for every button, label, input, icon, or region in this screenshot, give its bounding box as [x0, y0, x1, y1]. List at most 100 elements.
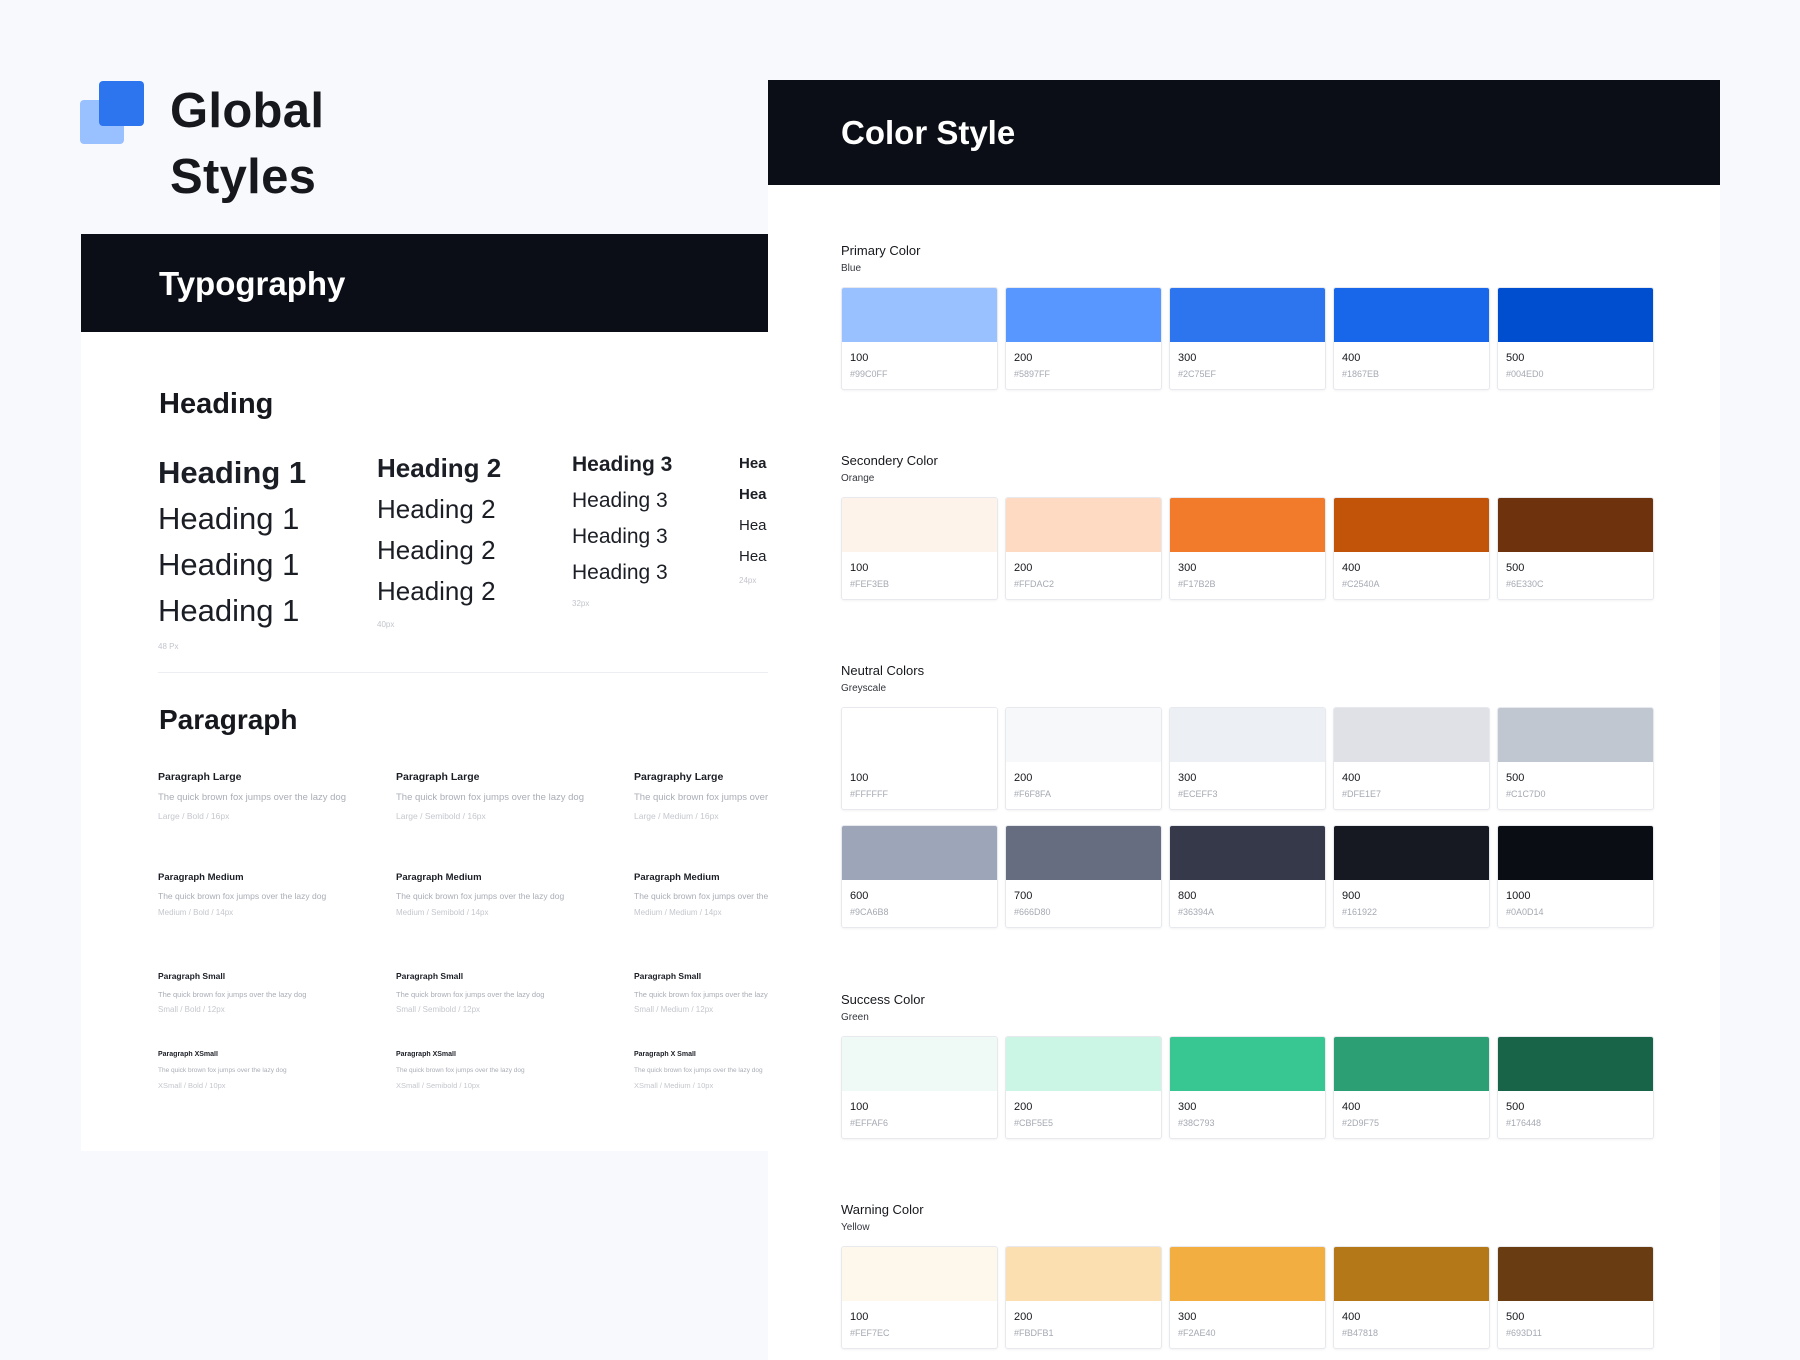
- swatch-shade-label: 1000: [1506, 890, 1531, 902]
- color-swatch[interactable]: 500 #693D11: [1497, 1246, 1654, 1349]
- color-group-green: Success Color Green 100 #EFFAF6 200 #CBF5E5 30…: [841, 992, 1661, 1142]
- color-swatch[interactable]: 900 #161922: [1333, 825, 1490, 928]
- color-chip: [842, 1247, 997, 1301]
- color-chip: [842, 708, 997, 762]
- color-chip: [1334, 288, 1489, 342]
- paragraph-sample-text: The quick brown fox jumps over the lazy …: [158, 891, 327, 901]
- color-swatch[interactable]: 100 #FEF7EC: [841, 1246, 998, 1349]
- paragraph-column-2: Paragraph Large The quick brown fox jumps…: [396, 234, 601, 1151]
- swatch-hex-label: #C1C7D0: [1506, 789, 1546, 799]
- paragraph-sample-text: The quick brown fox jumps over the lazy …: [396, 891, 565, 901]
- paragraph-style-spec: Small / Semibold / 12px: [396, 1005, 481, 1014]
- paragraph-sample: Paragraph Medium The quick brown fox jump…: [396, 872, 601, 917]
- swatch-shade-label: 200: [1014, 1101, 1033, 1113]
- paragraph-style-spec: Large / Bold / 16px: [158, 811, 230, 821]
- color-swatch[interactable]: 700 #666D80: [1005, 825, 1162, 928]
- color-swatch[interactable]: 100 #EFFAF6: [841, 1036, 998, 1139]
- color-swatch[interactable]: 200 #FBDFB1: [1005, 1246, 1162, 1349]
- color-swatch[interactable]: 300 #38C793: [1169, 1036, 1326, 1139]
- paragraph-style-name: Paragraph X Small: [634, 1051, 696, 1058]
- color-swatch[interactable]: 400 #2D9F75: [1333, 1036, 1490, 1139]
- paragraph-style-name: Paragraph Large: [158, 771, 242, 783]
- color-group-title: Warning Color: [841, 1202, 924, 1217]
- color-swatch[interactable]: 200 #CBF5E5: [1005, 1036, 1162, 1139]
- paragraph-style-name: Paragraph XSmall: [158, 1051, 218, 1058]
- swatch-hex-label: #6E330C: [1506, 579, 1544, 589]
- swatch-hex-label: #161922: [1342, 907, 1378, 917]
- paragraph-style-spec: XSmall / Semibold / 10px: [396, 1081, 480, 1090]
- swatch-hex-label: #CBF5E5: [1014, 1118, 1054, 1128]
- swatch-hex-label: #36394A: [1178, 907, 1215, 917]
- paragraph-style-name: Paragraph XSmall: [396, 1051, 456, 1058]
- color-swatch[interactable]: 100 #FFFFFF: [841, 707, 998, 810]
- swatch-shade-label: 400: [1342, 1101, 1361, 1113]
- swatch-shade-label: 400: [1342, 562, 1361, 574]
- paragraph-style-name: Paragraph Medium: [634, 872, 720, 883]
- swatch-hex-label: #693D11: [1506, 1328, 1542, 1338]
- swatch-hex-label: #1867EB: [1342, 369, 1380, 379]
- color-swatch[interactable]: 800 #36394A: [1169, 825, 1326, 928]
- paragraph-style-spec: XSmall / Medium / 10px: [634, 1081, 714, 1090]
- color-swatch[interactable]: 500 #C1C7D0: [1497, 707, 1654, 810]
- brand-header: Global Styles: [80, 78, 480, 204]
- swatch-shade-label: 100: [850, 352, 869, 364]
- paragraph-column-1: Paragraph Large The quick brown fox jumps…: [158, 234, 363, 1151]
- color-chip: [1006, 288, 1161, 342]
- color-swatch[interactable]: 500 #6E330C: [1497, 497, 1654, 600]
- color-swatch[interactable]: 600 #9CA6B8: [841, 825, 998, 928]
- paragraph-sample: Paragraph Large The quick brown fox jumps…: [158, 771, 363, 821]
- color-chip: [1006, 708, 1161, 762]
- color-chip: [1334, 498, 1489, 552]
- color-swatch[interactable]: 300 #F2AE40: [1169, 1246, 1326, 1349]
- color-swatch[interactable]: 200 #F6F8FA: [1005, 707, 1162, 810]
- swatch-shade-label: 300: [1178, 1101, 1197, 1113]
- swatch-hex-label: #2C75EF: [1178, 369, 1217, 379]
- color-swatch[interactable]: 100 #99C0FF: [841, 287, 998, 390]
- color-swatch[interactable]: 100 #FEF3EB: [841, 497, 998, 600]
- swatch-hex-label: #DFE1E7: [1342, 789, 1382, 799]
- paragraph-sample: Paragraph Small The quick brown fox jumps…: [634, 971, 768, 1014]
- color-chip: [1170, 826, 1325, 880]
- color-swatch[interactable]: 1000 #0A0D14: [1497, 825, 1654, 928]
- color-swatch[interactable]: 400 #DFE1E7: [1333, 707, 1490, 810]
- color-swatch[interactable]: 300 #2C75EF: [1169, 287, 1326, 390]
- color-chip: [1498, 498, 1653, 552]
- swatch-shade-label: 100: [850, 562, 869, 574]
- swatch-shade-label: 400: [1342, 352, 1361, 364]
- swatch-hex-label: #ECEFF3: [1178, 789, 1218, 799]
- swatch-shade-label: 700: [1014, 890, 1033, 902]
- color-chip: [1498, 1037, 1653, 1091]
- swatch-shade-label: 900: [1342, 890, 1361, 902]
- paragraph-column-3: Paragraphy Large The quick brown fox jump…: [634, 234, 768, 1151]
- color-swatch[interactable]: 500 #176448: [1497, 1036, 1654, 1139]
- swatch-hex-label: #C2540A: [1342, 579, 1380, 589]
- color-swatch[interactable]: 400 #B47818: [1333, 1246, 1490, 1349]
- color-swatch[interactable]: 300 #ECEFF3: [1169, 707, 1326, 810]
- paragraph-sample: Paragraph Medium The quick brown fox jump…: [634, 872, 768, 917]
- color-chip: [1006, 826, 1161, 880]
- color-chip: [842, 498, 997, 552]
- paragraph-sample: Paragraph Small The quick brown fox jumps…: [158, 971, 363, 1014]
- paragraph-sample-text: The quick brown fox jumps over the lazy …: [158, 1067, 287, 1074]
- swatch-shade-label: 800: [1178, 890, 1197, 902]
- color-chip: [1334, 826, 1489, 880]
- color-swatch[interactable]: 400 #1867EB: [1333, 287, 1490, 390]
- swatch-hex-label: #F2AE40: [1178, 1328, 1216, 1338]
- color-swatch[interactable]: 400 #C2540A: [1333, 497, 1490, 600]
- paragraph-style-name: Paragraph Small: [634, 971, 702, 981]
- color-group-subtitle: Yellow: [841, 1222, 870, 1233]
- swatch-shade-label: 500: [1506, 562, 1525, 574]
- color-swatch[interactable]: 500 #004ED0: [1497, 287, 1654, 390]
- paragraph-style-spec: Large / Medium / 16px: [634, 811, 719, 821]
- paragraph-sample-text: The quick brown fox jumps over the lazy …: [158, 792, 346, 803]
- paragraph-style-spec: Medium / Medium / 14px: [634, 908, 722, 917]
- swatch-hex-label: #666D80: [1014, 907, 1051, 917]
- color-chip: [842, 1037, 997, 1091]
- swatch-shade-label: 400: [1342, 1311, 1361, 1323]
- paragraph-style-spec: Small / Medium / 12px: [634, 1005, 714, 1014]
- color-style-card: Color Style Primary Color Blue 100 #99C0FF 2…: [768, 80, 1720, 1360]
- color-swatch[interactable]: 200 #FFDAC2: [1005, 497, 1162, 600]
- color-swatch[interactable]: 300 #F17B2B: [1169, 497, 1326, 600]
- color-swatch[interactable]: 200 #5897FF: [1005, 287, 1162, 390]
- swatch-shade-label: 200: [1014, 1311, 1033, 1323]
